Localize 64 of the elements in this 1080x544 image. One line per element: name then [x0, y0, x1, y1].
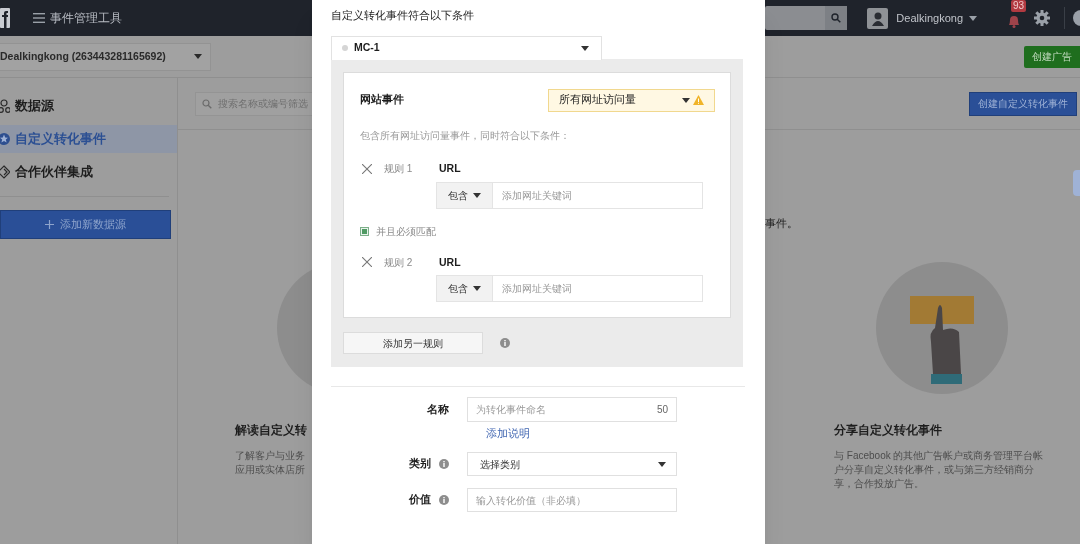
caret-icon — [658, 461, 666, 467]
field-label: 价值 — [409, 492, 431, 508]
character-counter: 50 — [656, 403, 668, 418]
operator-dropdown[interactable]: 包含 — [436, 275, 493, 303]
star-icon — [0, 132, 10, 146]
search-icon — [202, 98, 212, 109]
field-label: URL — [439, 254, 461, 270]
value-input[interactable]: 输入转化价值（非必填） — [467, 488, 677, 512]
create-ad-button[interactable]: 创建广告 — [1024, 45, 1080, 68]
event-dropdown[interactable]: 所有网址访问量 — [548, 88, 715, 112]
bell-icon[interactable] — [1007, 14, 1021, 28]
sidebar-item[interactable]: 合作伙伴集成 — [0, 158, 177, 186]
card-title: 分享自定义转化事件 — [834, 422, 942, 438]
intro-text: 事件。 — [765, 216, 799, 231]
plus-icon — [45, 220, 54, 229]
caret-icon — [581, 45, 589, 51]
avatar[interactable] — [867, 7, 889, 29]
field-label: URL — [439, 160, 461, 176]
rule-label: 规则 1 — [384, 162, 414, 177]
search-button[interactable] — [825, 6, 848, 30]
add-source-button[interactable]: 添加新数据源 — [0, 210, 171, 239]
caret-icon — [194, 54, 202, 59]
search-field[interactable] — [765, 6, 826, 30]
rule-label: 规则 2 — [384, 255, 414, 270]
operator-dropdown[interactable]: 包含 — [436, 181, 493, 209]
nodes-icon — [0, 99, 10, 113]
close-icon[interactable] — [362, 257, 372, 268]
diamond-icon — [0, 165, 10, 179]
menu-icon[interactable] — [33, 13, 45, 23]
card-description: 与 Facebook 的其他广告帐户或商务管理平台帐 户分享自定义转化事件，或与第三方经销商分 享，合作投放广告。 — [834, 448, 1044, 491]
section-heading: 自定义转化事件符合以下条件 — [331, 8, 475, 23]
caret-icon — [969, 15, 977, 21]
add-rule-button[interactable]: 添加另一规则 — [343, 332, 483, 355]
card-description: 了解客户与业务 应用或实体店所 — [235, 448, 305, 477]
app-title: 事件管理工具 — [50, 10, 122, 27]
add-description-link[interactable]: 添加说明 — [486, 426, 530, 442]
account-dropdown[interactable]: Dealkingkong (263443281165692) — [0, 42, 211, 71]
card-title: 解读自定义转 — [235, 422, 307, 438]
category-dropdown[interactable]: 选择类别 — [467, 452, 677, 476]
field-label: 名称 — [427, 401, 449, 417]
sidebar-item[interactable]: 数据源 — [0, 92, 177, 120]
info-icon — [439, 459, 449, 469]
hint-text: 包含所有网址访问量事件，同时符合以下条件： — [360, 128, 571, 143]
account-name[interactable]: Dealkingkong — [896, 9, 963, 27]
checkbox-label: 并且必须匹配 — [376, 224, 436, 239]
name-input[interactable]: 为转化事件命名 50 — [467, 397, 677, 423]
settings-icon[interactable] — [1034, 10, 1050, 26]
field-label: 网站事件 — [360, 92, 404, 108]
caret-icon — [473, 286, 481, 292]
keyword-input[interactable]: 添加网址关键词 — [493, 275, 703, 303]
close-icon[interactable] — [362, 163, 372, 174]
field-label: 类别 — [409, 456, 431, 472]
create-conversion-button[interactable]: 创建自定义转化事件 — [969, 91, 1077, 116]
help-icon[interactable] — [1073, 10, 1080, 26]
info-icon — [500, 338, 510, 349]
checkbox[interactable] — [360, 226, 369, 236]
caret-icon — [473, 192, 481, 198]
warning-icon — [693, 95, 704, 106]
search-icon — [831, 13, 842, 23]
info-icon — [439, 495, 449, 505]
keyword-input[interactable]: 添加网址关键词 — [493, 181, 703, 209]
caret-icon — [682, 97, 690, 103]
source-dropdown[interactable]: MC-1 — [331, 35, 602, 60]
notification-badge: 93 — [1011, 0, 1027, 12]
